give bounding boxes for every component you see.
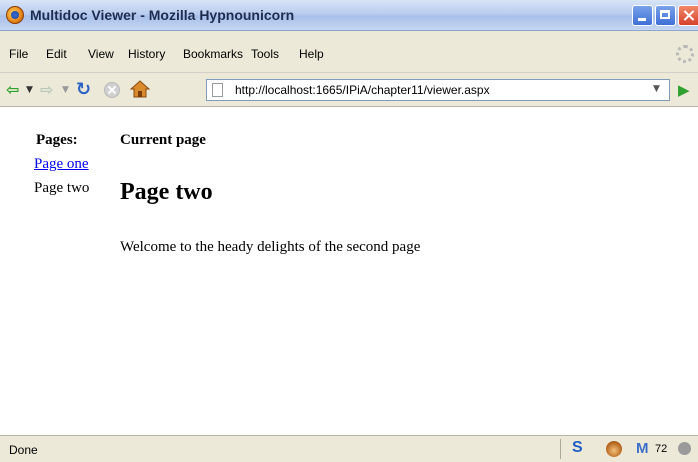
greasemonkey-icon[interactable] xyxy=(606,441,622,457)
back-dropdown-icon[interactable]: ▼ xyxy=(26,80,33,100)
menu-bookmarks[interactable]: Bookmarks xyxy=(183,47,243,61)
addon-status-icon[interactable] xyxy=(678,442,691,455)
page-body-text: Welcome to the heady delights of the sec… xyxy=(120,239,421,255)
reload-icon[interactable]: ↻ xyxy=(76,80,91,100)
home-icon[interactable] xyxy=(129,79,151,99)
menu-view[interactable]: View xyxy=(88,47,114,61)
activity-throbber-icon xyxy=(676,45,694,63)
menu-bar: File Edit View History Bookmarks Tools H… xyxy=(0,31,698,71)
menu-edit[interactable]: Edit xyxy=(46,47,67,61)
go-arrow-icon[interactable]: ▶ xyxy=(678,80,690,100)
mail-count: 72 xyxy=(655,443,668,455)
status-bar: Done S M 72 xyxy=(0,435,698,462)
page-icon xyxy=(212,83,223,97)
skype-s-icon[interactable]: S xyxy=(572,439,583,457)
pages-heading: Pages: xyxy=(36,132,78,148)
current-page-heading: Current page xyxy=(120,132,206,148)
page-link-one[interactable]: Page one xyxy=(34,156,89,173)
page-title: Page two xyxy=(120,179,213,205)
menu-file[interactable]: File xyxy=(9,47,28,61)
current-page-label: Page two xyxy=(34,180,90,196)
menu-tools[interactable]: Tools xyxy=(251,47,279,61)
page-content: Pages: Page one Page two Current page Pa… xyxy=(0,106,698,435)
navigation-toolbar: ⇦ ▼ ⇨ ▼ ↻ http://localhost:1665/IPiA/cha… xyxy=(0,72,698,107)
menu-history[interactable]: History xyxy=(128,47,165,61)
title-bar: Multidoc Viewer - Mozilla Hypnounicorn xyxy=(0,0,698,31)
close-button[interactable] xyxy=(678,5,698,26)
forward-dropdown-icon[interactable]: ▼ xyxy=(62,80,69,100)
url-history-dropdown-icon[interactable]: ▼ xyxy=(653,84,660,94)
browser-window: Multidoc Viewer - Mozilla Hypnounicorn F… xyxy=(0,0,698,462)
minimize-button[interactable] xyxy=(632,5,653,26)
firefox-icon xyxy=(6,6,24,24)
maximize-button[interactable] xyxy=(655,5,676,26)
menu-help[interactable]: Help xyxy=(299,47,324,61)
gmail-icon[interactable]: M xyxy=(636,440,649,457)
forward-arrow-icon[interactable]: ⇨ xyxy=(40,80,53,100)
url-text[interactable]: http://localhost:1665/IPiA/chapter11/vie… xyxy=(235,83,490,97)
status-divider xyxy=(560,439,561,459)
window-title: Multidoc Viewer - Mozilla Hypnounicorn xyxy=(30,7,295,23)
address-bar[interactable]: http://localhost:1665/IPiA/chapter11/vie… xyxy=(206,79,670,101)
status-text: Done xyxy=(9,443,38,457)
back-arrow-icon[interactable]: ⇦ xyxy=(6,80,19,100)
stop-icon[interactable] xyxy=(104,82,120,98)
